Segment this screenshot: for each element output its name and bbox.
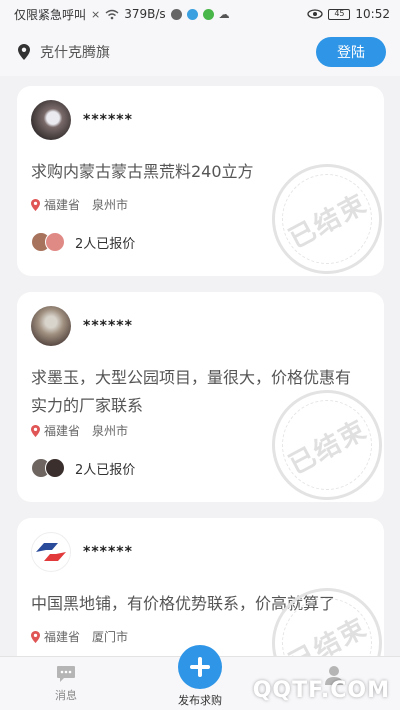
city: 泉州市: [92, 424, 129, 438]
map-pin-icon: [18, 44, 30, 60]
province: 福建省: [44, 630, 81, 644]
city: 泉州市: [92, 198, 129, 212]
network-speed: 379B/s: [124, 7, 166, 21]
post-feed[interactable]: ****** 求购内蒙古蒙古黑荒料240立方 福建省 泉州市 2人已报价 已结束…: [0, 76, 400, 656]
battery-icon: 45: [328, 8, 351, 20]
post-card[interactable]: ****** 中国黑地铺，有价格优势联系，价高就算了 福建省 厦门市 已结束: [17, 518, 384, 656]
quote-summary: 2人已报价: [31, 232, 135, 252]
carrier-text: 仅限紧急呼叫: [14, 7, 87, 22]
wechat-icon: [202, 8, 214, 20]
quoter-avatar: [45, 458, 65, 478]
status-bar: 仅限紧急呼叫 ⨯ 379B/s ☁ 45 10:52: [0, 0, 400, 28]
post-location: 福建省 泉州市: [31, 422, 128, 439]
eye-icon: [307, 9, 324, 19]
top-bar: 克什克腾旗 登陆: [0, 28, 400, 76]
avatar: [31, 306, 71, 346]
location-text: 克什克腾旗: [40, 45, 110, 61]
plus-icon: [178, 645, 222, 689]
watermark: QQTF.COM: [252, 678, 390, 703]
app-notification-icon: [186, 8, 198, 20]
city: 厦门市: [92, 630, 129, 644]
quote-count: 2人已报价: [75, 236, 136, 252]
location-pin-icon: [31, 630, 40, 643]
location-pin-icon: [31, 198, 40, 211]
avatar: [31, 532, 71, 572]
stamp-text: 已结束: [284, 612, 373, 656]
location-pin-icon: [31, 424, 40, 437]
province: 福建省: [44, 424, 81, 438]
user-name: ******: [83, 544, 133, 560]
avatar: [31, 100, 71, 140]
company-logo-icon: [36, 543, 66, 561]
stamp-text: 已结束: [284, 414, 373, 481]
quoter-avatars: [31, 458, 65, 478]
browser-icon: [170, 8, 182, 20]
user-name: ******: [83, 112, 133, 128]
login-button[interactable]: 登陆: [316, 37, 386, 67]
cloud-icon: ☁: [218, 7, 230, 21]
quoter-avatar: [45, 232, 65, 252]
location-selector[interactable]: 克什克腾旗: [18, 42, 110, 62]
post-card[interactable]: ****** 求墨玉，大型公园项目，量很大，价格优惠有实力的厂家联系 福建省 泉…: [17, 292, 384, 502]
battery-level: 45: [334, 9, 345, 18]
chat-bubble-icon: [57, 666, 75, 682]
tab-messages[interactable]: 消息: [26, 665, 106, 703]
tab-messages-label: 消息: [55, 689, 77, 702]
quoter-avatars: [31, 232, 65, 252]
user-name: ******: [83, 318, 133, 334]
post-location: 福建省 厦门市: [31, 628, 128, 645]
publish-label: 发布求购: [178, 694, 222, 707]
quote-count: 2人已报价: [75, 462, 136, 478]
post-location: 福建省 泉州市: [31, 196, 128, 213]
clock: 10:52: [355, 7, 390, 21]
province: 福建省: [44, 198, 81, 212]
quote-summary: 2人已报价: [31, 458, 135, 478]
signal-icon: ⨯: [91, 7, 101, 21]
wifi-icon: [105, 9, 119, 19]
post-card[interactable]: ****** 求购内蒙古蒙古黑荒料240立方 福建省 泉州市 2人已报价 已结束: [17, 86, 384, 276]
publish-request-button[interactable]: 发布求购: [160, 645, 240, 708]
stamp-text: 已结束: [284, 188, 373, 255]
